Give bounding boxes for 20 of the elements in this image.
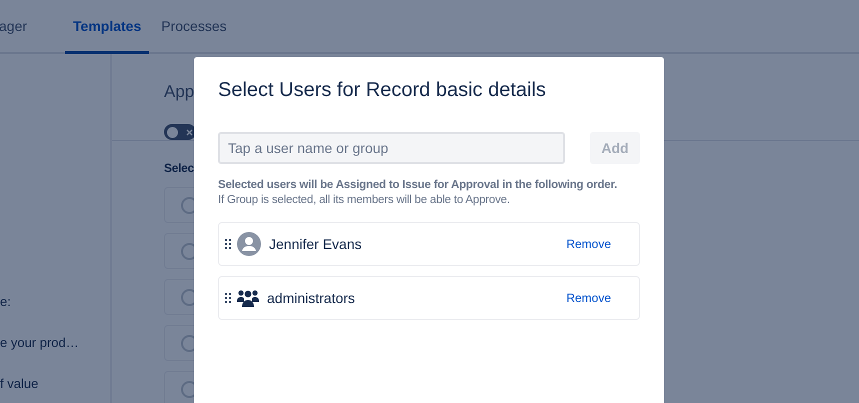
toggle-switch[interactable] — [164, 124, 196, 140]
nav-tab[interactable]: Processes — [153, 0, 235, 54]
approver-name: administrators — [267, 290, 356, 306]
group-icon — [237, 289, 259, 307]
drag-handle-icon[interactable] — [225, 239, 231, 249]
user-search-field[interactable]: Tap a user name or group — [218, 132, 565, 164]
sidebar-text: e: — [0, 294, 12, 309]
help-text: If Group is selected, all its members will be able to Approve. — [218, 193, 511, 208]
approver-name: Jennifer Evans — [269, 236, 363, 252]
section-heading: App — [164, 82, 194, 102]
remove-link[interactable]: Remove — [566, 291, 611, 305]
drag-handle-icon[interactable] — [225, 293, 231, 303]
section-title: Selec — [164, 161, 194, 175]
nav-tab[interactable]: Templates — [65, 0, 150, 54]
sidebar-text: f value — [0, 376, 40, 391]
dialog-title: Select Users for Record basic details — [218, 79, 547, 102]
remove-link[interactable]: Remove — [566, 237, 611, 251]
sidebar-text: e your prod… — [0, 335, 80, 350]
user-avatar-icon — [237, 232, 261, 256]
help-text: Selected users will be Assigned to Issue for Approval in the following order. — [218, 178, 618, 193]
